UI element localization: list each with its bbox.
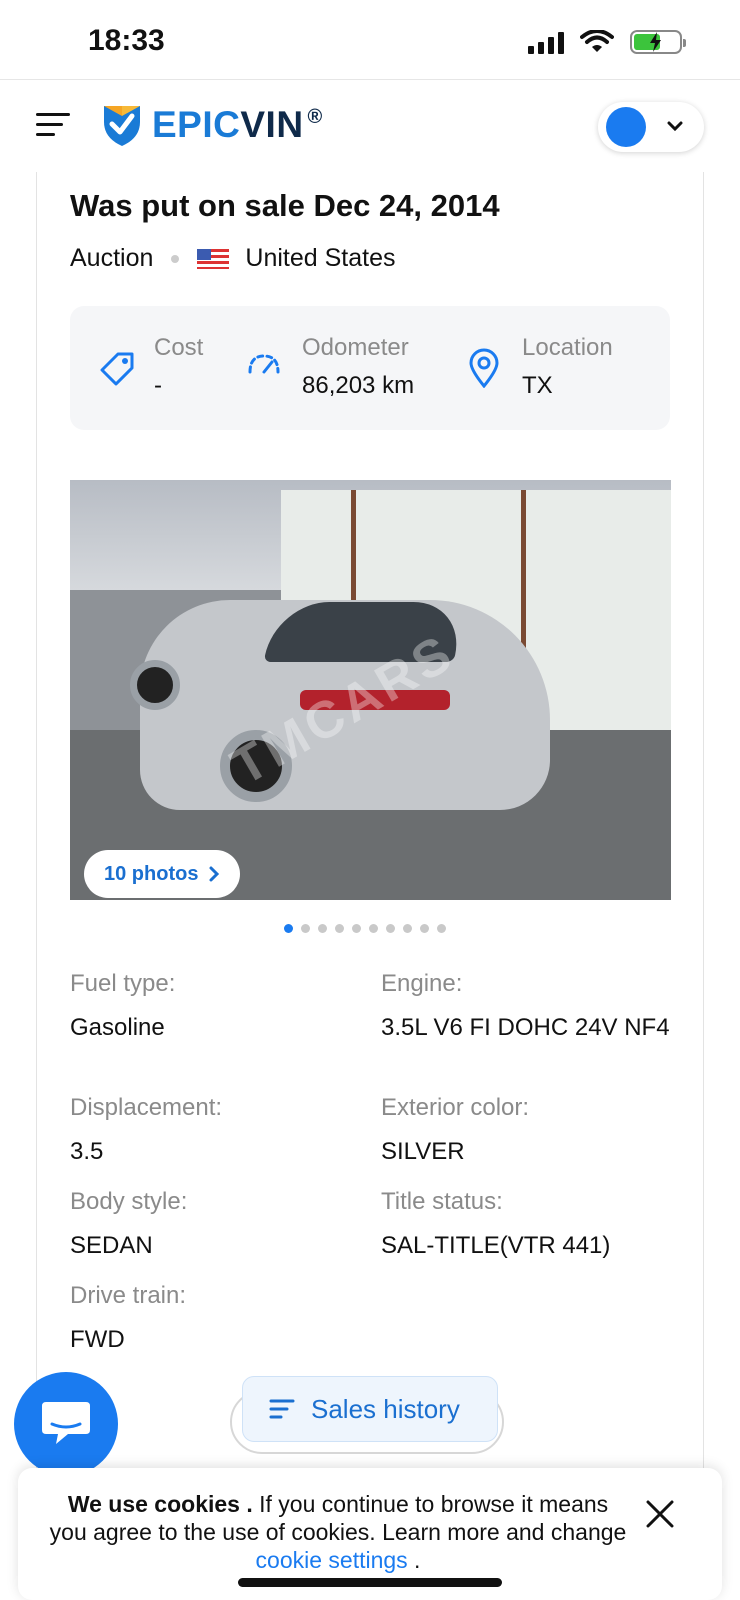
battery-icon (630, 30, 686, 54)
site-header: EPICVIN ® (0, 80, 740, 172)
spec-label: Displacement: (70, 1094, 223, 1121)
pagination-dot[interactable] (437, 924, 446, 933)
registered-mark: ® (307, 105, 323, 128)
pagination-dot[interactable] (318, 924, 327, 933)
spec-value: FWD (70, 1326, 125, 1353)
sale-country: United States (245, 244, 396, 272)
speedometer-icon (248, 354, 280, 374)
pagination-dot[interactable] (335, 924, 344, 933)
price-tag-icon (100, 352, 134, 386)
spec-label: Engine: (381, 970, 463, 997)
stat-cost: Cost - (154, 334, 203, 400)
spec-label: Body style: (70, 1188, 188, 1215)
separator-dot (171, 254, 180, 263)
spec-value: SEDAN (70, 1232, 153, 1259)
shield-check-icon (104, 106, 140, 146)
chevron-down-icon (667, 121, 683, 132)
pagination-dot[interactable] (301, 924, 310, 933)
wifi-icon (580, 30, 614, 52)
location-value: TX (522, 372, 553, 399)
spec-value: 3.5L V6 FI DOHC 24V NF4 (381, 1014, 670, 1041)
spec-label: Exterior color: (381, 1094, 530, 1121)
spec-value: SAL-TITLE(VTR 441) (381, 1232, 611, 1259)
cost-label: Cost (154, 334, 204, 361)
close-icon[interactable] (644, 1498, 676, 1530)
chat-button[interactable] (14, 1372, 118, 1476)
location-pin-icon (469, 348, 499, 388)
pagination-dot[interactable] (369, 924, 378, 933)
spec-fuel: Fuel type: Gasoline (70, 970, 175, 1044)
spec-value: SILVER (381, 1138, 465, 1165)
stat-odometer: Odometer 86,203 km (302, 334, 414, 400)
spec-label: Fuel type: (70, 970, 176, 997)
sale-title: Was put on sale Dec 24, 2014 (70, 188, 500, 223)
spec-displacement: Displacement: 3.5 (70, 1094, 222, 1168)
status-time: 18:33 (88, 24, 165, 57)
sales-history-label: Sales history (311, 1393, 460, 1424)
pagination-dot[interactable] (403, 924, 412, 933)
language-selector[interactable] (598, 102, 704, 152)
pagination-dot[interactable] (420, 924, 429, 933)
spec-body-style: Body style: SEDAN (70, 1188, 187, 1262)
signal-icon (528, 30, 564, 54)
photos-button[interactable]: 10 photos (84, 850, 241, 898)
pagination-dot[interactable] (352, 924, 361, 933)
cost-value: - (154, 372, 162, 399)
location-label: Location (522, 334, 613, 361)
cookie-text: We use cookies . If you continue to brow… (49, 1491, 627, 1573)
spec-value: 3.5 (70, 1138, 104, 1165)
language-flag-icon (606, 107, 646, 147)
sale-type: Auction (70, 244, 154, 272)
sales-history-button[interactable]: Sales history (242, 1376, 498, 1442)
spec-value: Gasoline (70, 1014, 165, 1041)
pagination-dot[interactable] (284, 924, 293, 933)
odometer-label: Odometer (302, 334, 409, 361)
us-flag-icon (197, 248, 230, 269)
spec-engine: Engine: 3.5L V6 FI DOHC 24V NF4 (381, 970, 671, 1044)
stat-location: Location TX (522, 334, 613, 400)
logo-text: EPICVIN (152, 104, 304, 145)
spec-title-status: Title status: SAL-TITLE(VTR 441) (381, 1188, 610, 1262)
hamburger-menu-icon[interactable] (36, 113, 70, 139)
home-indicator (238, 1578, 502, 1587)
list-icon (269, 1399, 295, 1419)
photos-button-label: 10 photos (104, 862, 199, 885)
odometer-value: 86,203 km (302, 372, 415, 399)
pagination-dot[interactable] (386, 924, 395, 933)
status-icons (528, 30, 686, 54)
chevron-right-icon (209, 866, 220, 882)
spec-label: Title status: (381, 1188, 503, 1215)
chat-bubble-icon (42, 1402, 90, 1444)
spec-label: Drive train: (70, 1282, 187, 1309)
cookie-settings-link[interactable]: cookie settings (256, 1547, 408, 1573)
status-bar: 18:33 (0, 0, 740, 80)
sale-meta: Auction United States (70, 244, 395, 273)
spec-exterior-color: Exterior color: SILVER (381, 1094, 529, 1168)
epicvin-logo[interactable]: EPICVIN ® (100, 102, 322, 148)
photo-pagination[interactable] (284, 924, 446, 933)
stats-panel: Cost - Odometer 86,203 km Location TX (70, 306, 670, 430)
spec-drive-train: Drive train: FWD (70, 1282, 186, 1356)
vehicle-photo[interactable]: TMCARS 10 photos (70, 480, 671, 900)
